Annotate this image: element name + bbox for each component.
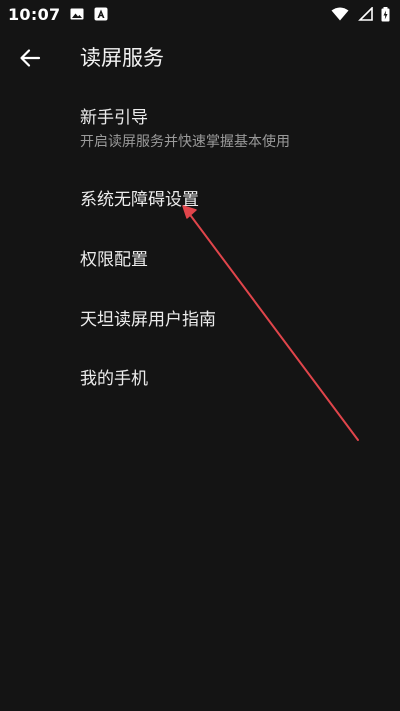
arrow-left-icon [20, 49, 41, 67]
menu-item-label: 系统无障碍设置 [80, 190, 199, 210]
status-bar: 10:07 [0, 0, 400, 28]
menu-item-my-phone[interactable]: 我的手机 [0, 367, 400, 391]
menu-item-subtitle: 开启读屏服务并快速掌握基本使用 [80, 134, 290, 150]
page-title: 读屏服务 [80, 46, 164, 70]
menu-item-label: 天坦读屏用户指南 [80, 310, 216, 330]
menu-item-permissions[interactable]: 权限配置 [0, 248, 400, 272]
menu-item-user-guide[interactable]: 天坦读屏用户指南 [0, 308, 400, 332]
wifi-icon [331, 7, 349, 21]
menu-item-onboarding[interactable]: 新手引导 开启读屏服务并快速掌握基本使用 [0, 106, 400, 152]
app-notification-icon [94, 7, 108, 21]
menu-item-label: 新手引导 [80, 108, 148, 128]
status-left: 10:07 [8, 5, 108, 24]
image-icon [70, 8, 84, 20]
status-right [331, 6, 390, 22]
back-button[interactable] [14, 42, 46, 74]
menu-item-label: 我的手机 [80, 369, 148, 389]
app-bar: 读屏服务 [0, 28, 400, 88]
menu-item-accessibility-settings[interactable]: 系统无障碍设置 [0, 188, 400, 212]
menu-item-label: 权限配置 [80, 250, 148, 270]
battery-charging-icon [381, 6, 390, 21]
status-time: 10:07 [8, 4, 61, 24]
signal-icon [358, 7, 373, 21]
